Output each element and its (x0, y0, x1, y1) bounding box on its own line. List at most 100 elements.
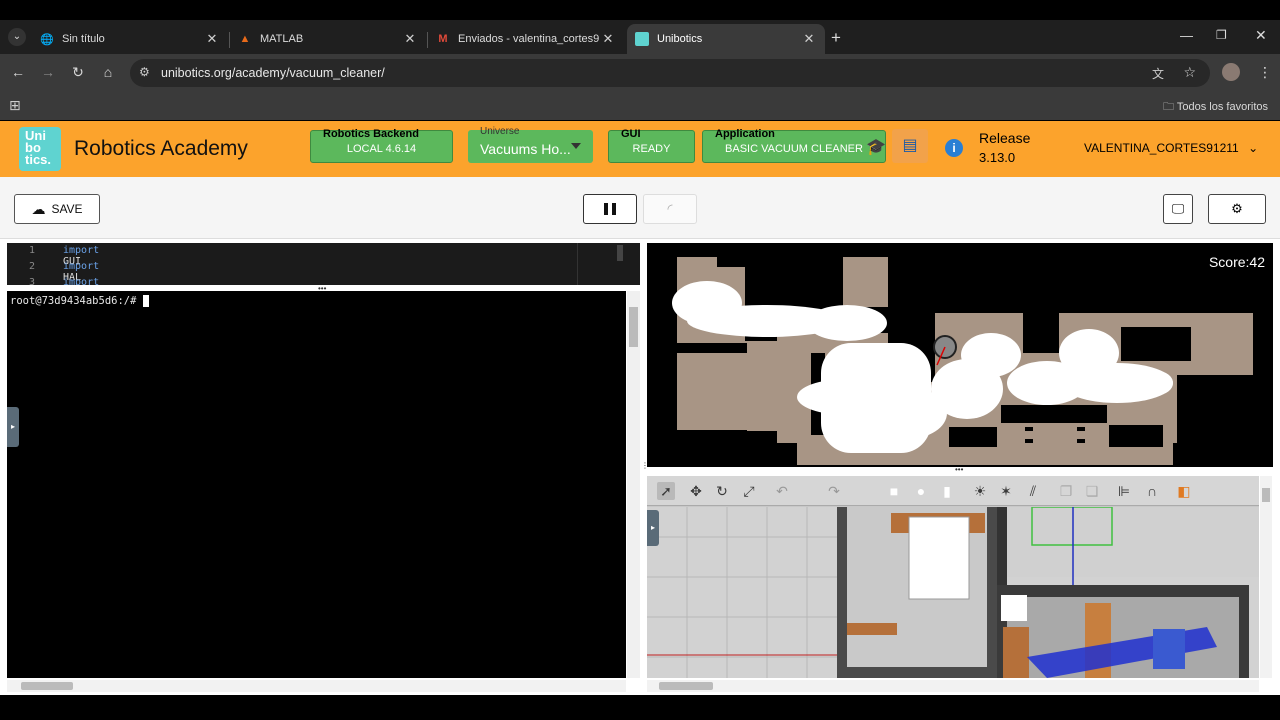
keyword: import (63, 277, 100, 285)
close-icon[interactable]: ✕ (204, 31, 220, 47)
info-icon[interactable]: i (945, 139, 963, 157)
gazebo-3d-view[interactable]: ➚ ✥ ↻ ⤢ ↶ ↷ ■ ● ▮ ☀ ✶ ⫽ ❐ ❏ ⊫ ∩ ◧ ▸ (647, 476, 1259, 678)
restore-icon[interactable]: ❐ (1216, 28, 1227, 42)
sphere-icon[interactable]: ● (912, 482, 930, 500)
unibotics-icon (635, 32, 649, 46)
point-light-icon[interactable]: ✶ (997, 482, 1015, 500)
user-menu[interactable]: VALENTINA_CORTES91211 ⌄ (1084, 141, 1258, 155)
application-button[interactable]: Application BASIC VACUUM CLEANER (702, 128, 886, 163)
left-horizontal-scrollbar[interactable] (7, 680, 626, 692)
tab-matlab[interactable]: ▲ MATLAB ✕ (230, 24, 426, 54)
scroll-thumb[interactable] (629, 307, 638, 347)
close-icon[interactable]: ✕ (402, 31, 418, 47)
magnet-icon[interactable]: ∩ (1143, 482, 1161, 500)
directional-light-icon[interactable]: ⫽ (1024, 482, 1042, 500)
tab-unibotics[interactable]: Unibotics ✕ (627, 24, 825, 54)
save-button[interactable]: ☁ SAVE (14, 194, 100, 224)
right-horizontal-scrollbar[interactable] (647, 680, 1259, 692)
align-icon[interactable]: ⊫ (1115, 482, 1133, 500)
translate-arrows-icon[interactable]: ✥ (687, 482, 705, 500)
console-side-toggle[interactable]: ▸ (7, 407, 19, 447)
tab-title: Enviados - valentina_cortes912 (458, 33, 600, 45)
tab-title: MATLAB (260, 33, 304, 45)
pause-button[interactable] (583, 194, 637, 224)
gazebo-vertical-scrollbar[interactable] (1260, 476, 1272, 678)
tab-gmail[interactable]: M Enviados - valentina_cortes912 ✕ (428, 24, 624, 54)
monitor-button[interactable]: 🖵 (1163, 194, 1193, 224)
editor-scrollbar[interactable] (617, 245, 623, 261)
terminal-scrollbar[interactable] (627, 291, 640, 678)
new-tab-button[interactable]: + (831, 28, 841, 48)
redo-icon[interactable]: ↷ (825, 482, 843, 500)
back-icon[interactable]: ← (8, 64, 28, 80)
tab-search-button[interactable]: ⌄ (8, 28, 26, 46)
gazebo-side-toggle[interactable]: ▸ (647, 510, 659, 546)
browser-nav-bar: ← → ↻ ⌂ ⚙ unibotics.org/academy/vacuum_c… (0, 54, 1280, 92)
minimize-icon[interactable]: — (1180, 28, 1193, 43)
reload-icon[interactable]: ↻ (68, 64, 88, 81)
score-label: Score:42 (1208, 254, 1265, 270)
gui-value: READY (632, 143, 671, 155)
scroll-thumb[interactable] (1262, 488, 1270, 502)
theory-button[interactable]: ⚙ (1208, 194, 1266, 224)
save-label: SAVE (51, 202, 83, 216)
line-number: 3 (29, 277, 36, 285)
paste-icon[interactable]: ❏ (1083, 482, 1101, 500)
terminal[interactable]: root@73d9434ab5d6:/# (7, 291, 626, 678)
monitor-chart-icon: 🖵 (1171, 201, 1185, 216)
select-arrow-icon[interactable]: ➚ (657, 482, 675, 500)
site-info-icon[interactable]: ⚙ (139, 65, 150, 79)
scroll-thumb[interactable] (21, 682, 73, 690)
globe-icon: 🌐 (40, 33, 54, 46)
box-icon[interactable]: ■ (885, 482, 903, 500)
app-header: Uni bo tics. Robotics Academy Robotics B… (0, 121, 1280, 177)
close-icon[interactable]: ✕ (600, 31, 616, 47)
bookmark-star-icon[interactable]: ☆ (1183, 64, 1196, 81)
unibotics-logo: Uni bo tics. (19, 127, 61, 171)
profile-avatar[interactable] (1222, 63, 1240, 81)
scale-icon[interactable]: ⤢ (740, 482, 758, 500)
app-title: Robotics Academy (74, 137, 248, 160)
sun-light-icon[interactable]: ☀ (971, 482, 989, 500)
reset-button[interactable]: ◜ (643, 194, 697, 224)
scroll-thumb[interactable] (659, 682, 713, 690)
menu-icon[interactable]: ⋮ (1258, 64, 1272, 81)
chat-button[interactable]: ▤ (892, 129, 928, 163)
gui-status-button[interactable]: GUI READY (608, 128, 695, 163)
keyword: import (63, 245, 100, 256)
gmail-icon: M (438, 33, 448, 45)
address-bar[interactable]: ⚙ unibotics.org/academy/vacuum_cleaner/ … (130, 59, 1210, 87)
rotate-icon[interactable]: ↻ (713, 482, 731, 500)
all-bookmarks-label: Todos los favoritos (1176, 101, 1268, 113)
cabinet (1003, 627, 1029, 678)
backend-value: LOCAL 4.6.14 (346, 143, 417, 155)
translate-icon[interactable]: 文 (1152, 65, 1164, 82)
bed (908, 516, 970, 600)
copy-icon[interactable]: ❐ (1057, 482, 1075, 500)
window-close-icon[interactable]: ✕ (1255, 27, 1267, 44)
close-icon[interactable]: ✕ (801, 31, 817, 47)
editor-minimap[interactable] (577, 243, 578, 285)
logo-line-3: tics. (25, 152, 52, 167)
user-name: VALENTINA_CORTES91211 (1084, 141, 1239, 155)
tab-sin-titulo[interactable]: 🌐 Sin título ✕ (32, 24, 228, 54)
home-icon[interactable]: ⌂ (98, 64, 118, 80)
backend-label: Robotics Backend (323, 128, 419, 140)
forward-icon[interactable]: → (38, 64, 58, 80)
undo-icon[interactable]: ↶ (773, 482, 791, 500)
universe-value: Vacuums Ho... (480, 141, 571, 157)
robotics-backend-button[interactable]: Robotics Backend LOCAL 4.6.14 (310, 128, 453, 163)
view-angle-icon[interactable]: ◧ (1175, 482, 1193, 500)
all-bookmarks-link[interactable]: 🗀 Todos los favoritos (1163, 98, 1268, 117)
map-canvas (672, 257, 1255, 465)
code-editor[interactable]: 1 import GUI 2 import HAL 3 import rando… (7, 243, 640, 285)
universe-select[interactable]: Universe Vacuums Ho... (468, 126, 593, 163)
graduation-cap-icon[interactable]: 🎓 (866, 137, 886, 157)
apps-grid-icon[interactable]: ⊞ (9, 97, 21, 114)
cylinder-icon[interactable]: ▮ (938, 482, 956, 500)
workspace: 1 import GUI 2 import HAL 3 import rando… (0, 239, 1280, 695)
gears-icon: ⚙ (1231, 201, 1243, 216)
resize-handle[interactable]: ••• (955, 465, 963, 474)
release-label: Release (979, 130, 1031, 146)
bottom-black-bar (0, 695, 1280, 720)
